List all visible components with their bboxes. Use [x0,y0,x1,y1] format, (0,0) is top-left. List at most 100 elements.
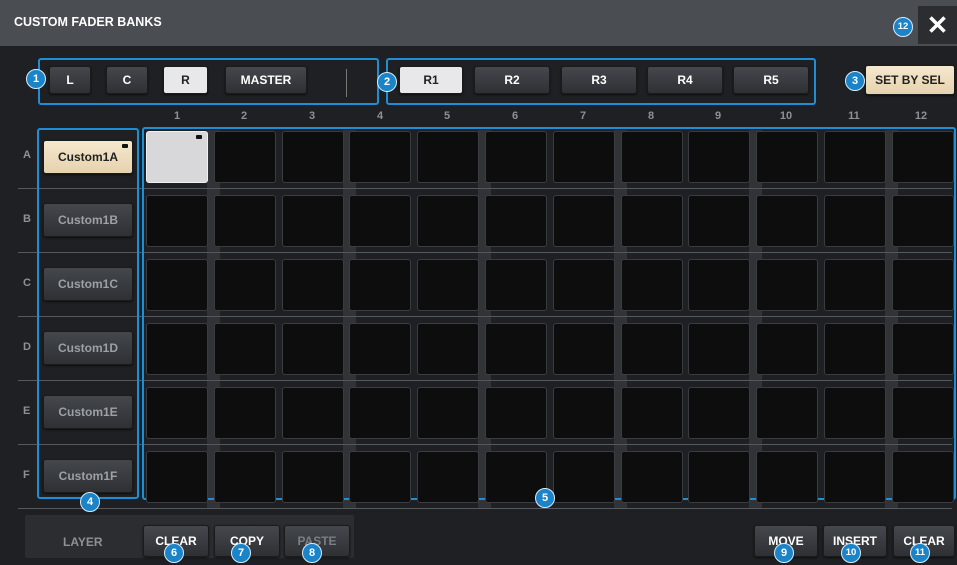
fader-slot-e11[interactable] [824,387,886,439]
callout-7: 7 [231,543,251,563]
bank-button-r4[interactable]: R4 [647,66,723,94]
fader-slot-f4[interactable] [349,451,412,503]
row-separator [18,508,952,509]
custom-bank-button-f[interactable]: Custom1F [43,459,133,493]
fader-slot-d6[interactable] [485,323,547,375]
fader-slot-a10[interactable] [756,131,819,183]
fader-slot-c1[interactable] [146,259,208,311]
fader-slot-c4[interactable] [349,259,412,311]
fader-slot-e3[interactable] [281,387,344,439]
fader-slot-e6[interactable] [485,387,547,439]
callout-2: 2 [377,72,397,92]
bank-button-r3[interactable]: R3 [561,66,637,94]
custom-bank-label: Custom1E [58,405,118,419]
fader-slot-f10[interactable] [756,451,819,503]
fader-slot-d8[interactable] [620,323,683,375]
fader-slot-b11[interactable] [824,195,886,247]
fader-slot-c10[interactable] [756,259,819,311]
fader-slot-c8[interactable] [620,259,683,311]
custom-bank-label: Custom1B [57,213,118,227]
fader-slot-a3[interactable] [281,131,344,183]
fader-slot-d4[interactable] [349,323,412,375]
fader-slot-a8[interactable] [620,131,683,183]
fader-slot-f12[interactable] [891,451,954,503]
fader-slot-a1[interactable] [146,131,208,183]
fader-slot-c6[interactable] [485,259,547,311]
fader-slot-b8[interactable] [620,195,683,247]
fader-slot-f7[interactable] [552,451,615,503]
fader-slot-e7[interactable] [552,387,615,439]
fader-slot-c12[interactable] [891,259,954,311]
custom-bank-button-e[interactable]: Custom1E [43,395,133,429]
fader-slot-c7[interactable] [552,259,615,311]
custom-bank-button-b[interactable]: Custom1B [43,203,133,237]
fader-slot-d3[interactable] [281,323,344,375]
fader-slot-b1[interactable] [146,195,208,247]
fader-slot-f2[interactable] [213,451,276,503]
column-number: 2 [240,110,248,122]
layer-button-c[interactable]: C [106,66,148,94]
custom-bank-button-a[interactable]: Custom1A [43,140,133,174]
fader-slot-f5[interactable] [417,451,480,503]
fader-slot-e4[interactable] [349,387,412,439]
fader-slot-e2[interactable] [213,387,276,439]
fader-slot-a5[interactable] [417,131,480,183]
fader-slot-f3[interactable] [281,451,344,503]
layer-button-master[interactable]: MASTER [225,66,307,94]
fader-slot-e9[interactable] [688,387,751,439]
fader-slot-d10[interactable] [756,323,819,375]
custom-bank-button-d[interactable]: Custom1D [43,331,133,365]
layer-button-l[interactable]: L [49,66,91,94]
fader-slot-e12[interactable] [891,387,954,439]
column-number: 8 [647,110,655,122]
fader-slot-d5[interactable] [417,323,480,375]
bank-button-r2[interactable]: R2 [474,66,550,94]
fader-slot-a11[interactable] [824,131,886,183]
fader-slot-c5[interactable] [417,259,480,311]
custom-bank-label: Custom1D [57,341,118,355]
callout-8: 8 [302,543,322,563]
custom-bank-label: Custom1A [57,150,118,164]
fader-slot-a9[interactable] [688,131,751,183]
fader-slot-f9[interactable] [688,451,751,503]
fader-slot-d9[interactable] [688,323,751,375]
fader-slot-a7[interactable] [552,131,615,183]
fader-slot-f1[interactable] [146,451,208,503]
fader-slot-b7[interactable] [552,195,615,247]
fader-slot-b12[interactable] [891,195,954,247]
fader-slot-c11[interactable] [824,259,886,311]
bank-button-r5[interactable]: R5 [733,66,809,94]
close-button[interactable]: ✕ [918,6,957,44]
fader-slot-b2[interactable] [213,195,276,247]
set-by-sel-button[interactable]: SET BY SEL [865,65,955,95]
custom-bank-button-c[interactable]: Custom1C [43,267,133,301]
fader-slot-a6[interactable] [485,131,547,183]
fader-slot-a12[interactable] [891,131,954,183]
fader-slot-d11[interactable] [824,323,886,375]
fader-slot-d2[interactable] [213,323,276,375]
fader-slot-c2[interactable] [213,259,276,311]
fader-slot-e5[interactable] [417,387,480,439]
fader-slot-b6[interactable] [485,195,547,247]
fader-slot-f8[interactable] [620,451,683,503]
fader-slot-b5[interactable] [417,195,480,247]
fader-slot-b4[interactable] [349,195,412,247]
fader-slot-e10[interactable] [756,387,819,439]
custom-fader-banks-window: CUSTOM FADER BANKS ✕ L C R MASTER R1 R2 … [0,0,957,565]
fader-slot-b10[interactable] [756,195,819,247]
fader-slot-d12[interactable] [891,323,954,375]
fader-slot-d7[interactable] [552,323,615,375]
set-by-sel-label: SET BY SEL [875,73,945,87]
fader-slot-d1[interactable] [146,323,208,375]
fader-slot-b3[interactable] [281,195,344,247]
bank-button-r1[interactable]: R1 [399,66,463,94]
fader-slot-e1[interactable] [146,387,208,439]
fader-slot-a2[interactable] [213,131,276,183]
fader-slot-b9[interactable] [688,195,751,247]
fader-slot-c3[interactable] [281,259,344,311]
fader-slot-a4[interactable] [349,131,412,183]
fader-slot-f11[interactable] [824,451,886,503]
fader-slot-c9[interactable] [688,259,751,311]
fader-slot-e8[interactable] [620,387,683,439]
layer-button-r[interactable]: R [163,66,208,94]
